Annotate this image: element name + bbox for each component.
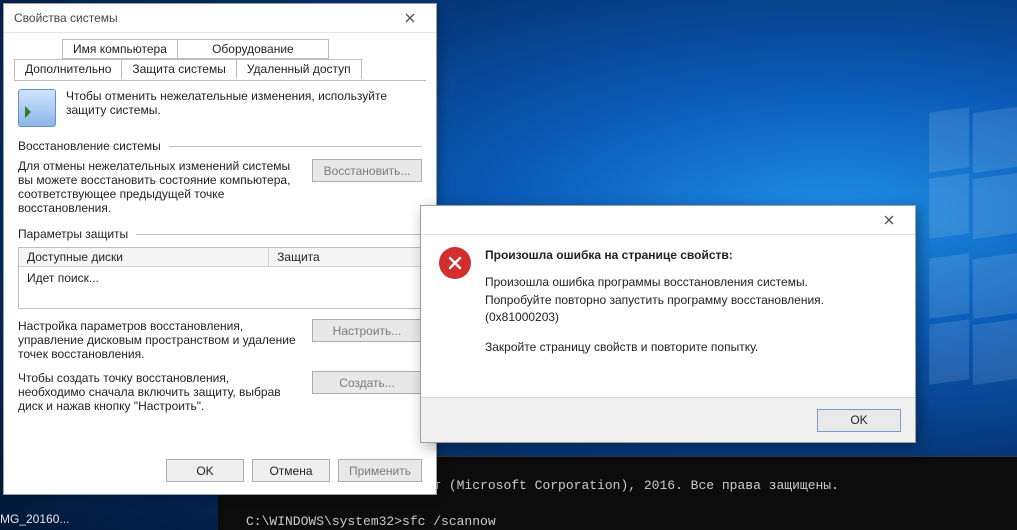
create-description: Чтобы создать точку восстановления, необ…	[18, 371, 296, 413]
error-code: (0x81000203)	[485, 309, 824, 326]
error-icon	[439, 247, 471, 279]
cmd-line: C:\WINDOWS\system32>sfc /scannow	[246, 514, 496, 529]
restore-description: Для отмены нежелательных изменений систе…	[18, 159, 296, 215]
error-heading: Произошла ошибка на странице свойств:	[485, 248, 733, 262]
section-restore-title: Восстановление системы	[18, 139, 161, 153]
tab-remote[interactable]: Удаленный доступ	[236, 59, 362, 79]
configure-description: Настройка параметров восстановления, упр…	[18, 319, 296, 361]
section-protection-title: Параметры защиты	[18, 227, 128, 241]
error-line: Произошла ошибка программы восстановлени…	[485, 274, 824, 291]
error-line: Попробуйте повторно запустить программу …	[485, 292, 824, 309]
window-title: Свойства системы	[14, 11, 118, 25]
cancel-button[interactable]: Отмена	[252, 459, 330, 482]
error-ok-button[interactable]: OK	[817, 409, 901, 432]
tab-computer-name[interactable]: Имя компьютера	[62, 39, 178, 59]
system-properties-window: Свойства системы Имя компьютера Оборудов…	[3, 3, 437, 495]
grid-status: Идет поиск...	[19, 267, 421, 289]
error-close-button[interactable]	[869, 209, 909, 231]
apply-button[interactable]: Применить	[338, 459, 422, 482]
column-protection[interactable]: Защита	[269, 248, 328, 266]
error-dialog: Произошла ошибка на странице свойств: Пр…	[420, 205, 916, 443]
create-button[interactable]: Создать...	[312, 371, 422, 394]
taskbar-item-label[interactable]: MG_20160...	[0, 512, 69, 526]
configure-button[interactable]: Настроить...	[312, 319, 422, 342]
titlebar[interactable]: Свойства системы	[4, 4, 436, 33]
tab-content: Чтобы отменить нежелательные изменения, …	[4, 81, 436, 421]
drives-grid[interactable]: Доступные диски Защита Идет поиск...	[18, 247, 422, 309]
tab-hardware[interactable]: Оборудование	[177, 39, 329, 59]
ok-button[interactable]: OK	[166, 459, 244, 482]
tab-advanced[interactable]: Дополнительно	[14, 59, 122, 79]
windows-logo-decoration	[929, 110, 1017, 390]
error-titlebar[interactable]	[421, 206, 915, 235]
intro-text: Чтобы отменить нежелательные изменения, …	[66, 89, 422, 117]
error-line: Закройте страницу свойств и повторите по…	[485, 339, 824, 356]
close-icon	[405, 13, 415, 23]
desktop-wallpaper: MG_20160... строка - sfc /scannow sion 1…	[0, 0, 1017, 530]
tab-system-protection[interactable]: Защита системы	[121, 59, 236, 79]
close-icon	[884, 215, 894, 225]
close-button[interactable]	[390, 7, 430, 29]
column-drives[interactable]: Доступные диски	[19, 248, 269, 266]
restore-button[interactable]: Восстановить...	[312, 159, 422, 182]
system-protection-icon	[18, 89, 56, 127]
tab-strip: Имя компьютера Оборудование Дополнительн…	[4, 33, 436, 81]
